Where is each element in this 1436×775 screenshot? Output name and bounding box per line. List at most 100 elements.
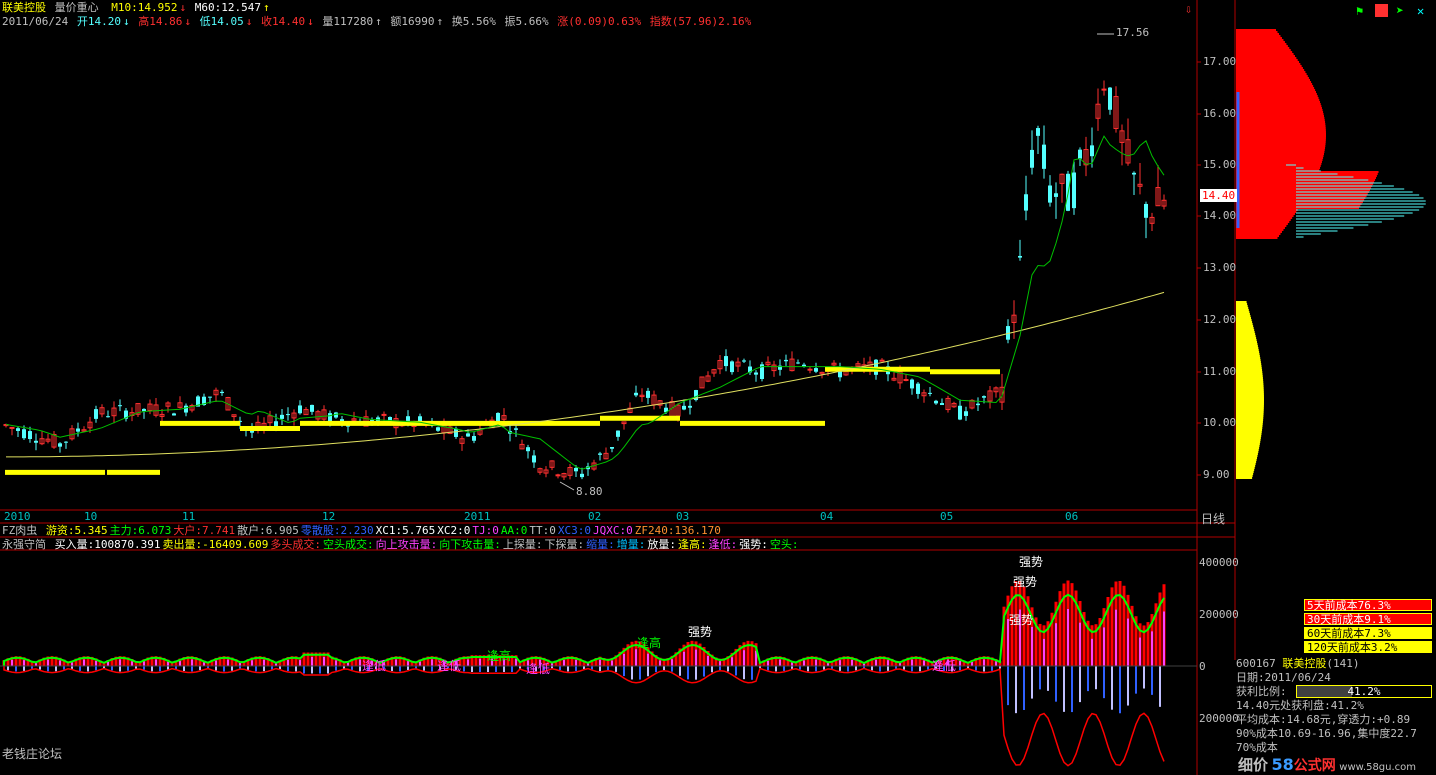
pin-icon[interactable]: ⇩ [1185,2,1198,16]
down-arrow-icon: ↓ [245,15,253,28]
candle-body-down [436,427,440,431]
indicator-yq-item: 向上攻击量: [375,538,438,551]
time-tick-label: 04 [820,510,834,523]
signal-strong: 强势 [688,625,713,639]
indicator-tick-label: 200000 [1199,712,1239,725]
candle-body-up [555,474,561,477]
view-name: 量价重心 [54,1,99,14]
up-arrow-icon: ↑ [375,15,382,28]
indicator-bull-line [3,593,1165,666]
low-marker-line [559,481,575,491]
candle-body-down [58,443,62,447]
flag-icon[interactable]: ⚑ [1356,4,1369,18]
signal-strong: 强势 [1013,575,1038,589]
candle-body-down [16,428,20,431]
down-arrow-icon: ↓ [184,15,191,28]
indicator-fz-legend: FZ肉虫 游资:5.345 主力:6.073 大户:7.741 散户:6.905 零散股… [2,524,723,537]
candle-body-down [298,405,302,414]
time-tick-label: 05 [940,510,954,523]
signal-buy-low: 逢低 [526,662,551,676]
candle-body-down [754,372,758,375]
candle-body-up [879,359,885,362]
candle-body-down [784,359,788,362]
quote-amount: 额16990 [390,15,435,28]
quote-close: 收14.40 [260,15,306,28]
candle-body-down [22,429,26,439]
indicator-fz-item: ZF240:136.170 [634,524,721,537]
time-tick-label: 03 [676,510,690,523]
stock-code: 600167 [1236,657,1276,670]
watermark: 细价 58公式网 www.58gu.com [1238,754,1416,775]
candle-body-up [1101,88,1107,91]
candle-body-up [381,413,387,416]
indicator-yq-item: 空头: [769,538,799,551]
candle-body-down [940,403,944,406]
candle-body-down [598,453,602,455]
quote-bar: 2011/06/24 开14.20 ↓ 高14.86 ↓ 低14.05 ↓ 收14.4… [2,15,753,28]
price-tick-label: 12.00 [1203,313,1237,326]
quote-amplitude: 振5.66% [504,15,549,28]
candle-body-down [814,368,818,372]
stock-count: (141) [1326,657,1360,670]
indicator-yq-item: 卖出量:-16409.609 [162,538,269,551]
price-tick-label: 11.00 [1203,365,1237,378]
candle-body-down [1054,193,1058,197]
ma10-line [5,135,1165,470]
candle-body-down [220,391,224,394]
indicator-yq-item: 向下攻击量: [439,538,501,551]
candle-body-down [1042,144,1046,169]
ma10-label: M10:14.952 [111,1,178,14]
chart-mode-icon[interactable] [1375,4,1388,17]
indicator-fz-item: AA:0 [500,524,528,537]
candle-body-down [1036,128,1040,136]
down-arrow-icon: ↓ [179,1,187,14]
price-tick-label: 17.00 [1203,55,1237,68]
indicator-yq-item: 下探量: [544,538,585,551]
candle-body-down [634,392,638,396]
ma60-line [6,291,1165,458]
candlestick-chart[interactable] [0,0,1197,510]
indicator-yq-name[interactable]: 永强守简 [2,538,46,551]
indicator-fz-name[interactable]: FZ肉虫 [2,524,37,537]
period-label[interactable]: 日线 [1201,510,1225,527]
chip-cost70-line: 70%成本 [1236,741,1278,754]
cost-legend-item: 120天前成本3.2% [1304,641,1432,654]
quote-strength: 涨(0.09)0.63% [557,15,642,28]
indicator-yq-item: 放量: [647,538,676,551]
candle-body-down [514,428,518,430]
indicator-yq-item: 增量: [616,538,646,551]
quote-open: 开14.20 [76,15,121,28]
watermark-a: 细价 [1238,756,1269,774]
candle-body-down [526,447,530,452]
indicator-yq-item: 买入量:100870.391 [54,538,161,551]
time-tick-label: 12 [322,510,336,523]
signal-buy-low: 逢低 [437,659,462,673]
indicator-fz-item: JQXC:0 [592,524,633,537]
quote-high: 高14.86 [138,15,183,28]
chip-date: 日期:2011/06/24 [1236,671,1331,684]
candle-body-down [730,361,734,373]
quote-index: 指数(57.96)2.16% [649,15,752,28]
cursor-icon[interactable]: ➤ [1396,4,1409,19]
stock-title: 联美控股 [2,1,46,14]
candle-body-down [958,405,962,420]
indicator-yq-item: 空头成交: [322,538,374,551]
candle-body-down [682,405,686,410]
current-price-tag: 14.40 [1200,189,1238,202]
watermark-c: 公式网 [1293,758,1336,774]
candle-body-down [928,392,932,394]
candle-body-down [1024,194,1028,211]
price-tick-label: 9.00 [1203,468,1230,481]
profit-ratio-value: 41.2% [1347,685,1381,698]
candle-body-down [106,416,110,418]
candle-body-down [910,379,914,389]
indicator-fz-item: 散户:6.905 [237,524,299,537]
signal-sell-high: 逢高 [637,636,662,650]
tools-icon[interactable]: ✕ [1417,4,1430,18]
candle-body-down [310,404,314,412]
forum-label: 老钱庄论坛 [2,747,63,761]
candle-body-down [454,428,458,437]
indicator-yq-item: 上探量: [502,538,543,551]
indicator-yq-item: 逢高: [677,538,707,551]
candle-body-down [964,411,968,416]
